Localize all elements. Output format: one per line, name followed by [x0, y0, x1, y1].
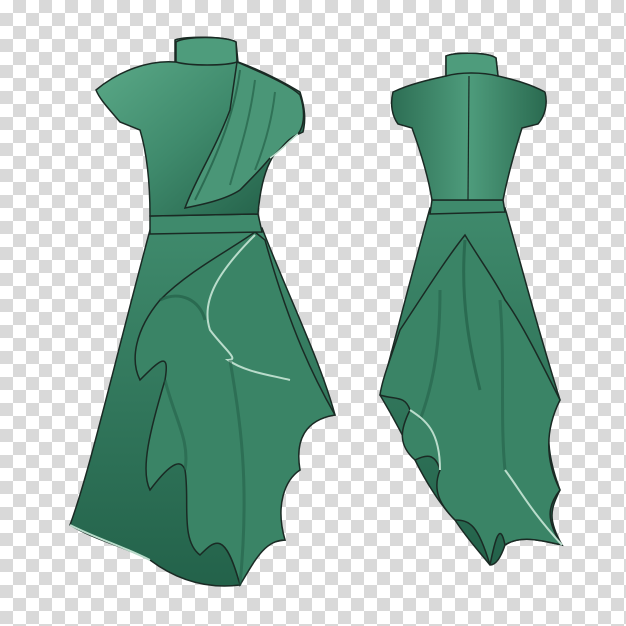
back-collar: [445, 52, 499, 77]
back-waistband: [429, 199, 506, 215]
checkerboard-background: [0, 0, 626, 626]
dress-back-view: [379, 52, 564, 566]
dress-illustration: [69, 36, 564, 587]
front-waistband: [149, 213, 263, 235]
dress-front-view: [69, 36, 337, 587]
back-skirt-ruffle: [379, 233, 564, 566]
front-collar: [175, 36, 238, 66]
